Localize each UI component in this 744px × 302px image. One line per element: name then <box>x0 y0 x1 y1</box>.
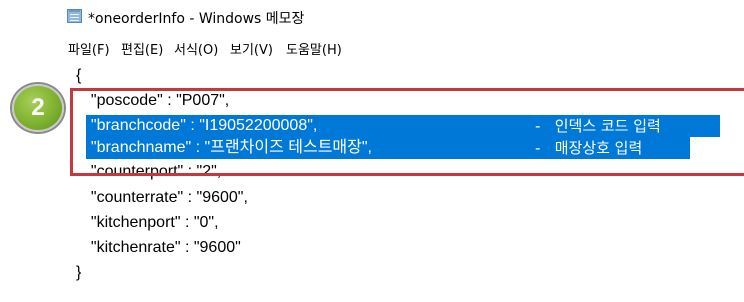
menu-edit[interactable]: 편집(E) <box>121 39 163 58</box>
highlight-box <box>70 88 744 176</box>
menu-bar: 파일(F) 편집(E) 서식(O) 보기(V) 도움말(H) <box>0 34 744 58</box>
menu-file[interactable]: 파일(F) <box>68 39 110 58</box>
title-bar: *oneorderInfo - Windows 메모장 <box>0 0 744 34</box>
code-line: "kitchenrate" : "9600" <box>82 239 241 256</box>
menu-format[interactable]: 서식(O) <box>174 39 218 58</box>
code-line: { <box>76 67 82 84</box>
code-line: "kitchenport" : "0", <box>82 214 219 231</box>
menu-help[interactable]: 도움말(H) <box>286 39 342 58</box>
notepad-window: *oneorderInfo - Windows 메모장 파일(F) 편집(E) … <box>0 0 744 302</box>
code-line: } <box>76 264 82 281</box>
window-title: *oneorderInfo - Windows 메모장 <box>88 11 305 27</box>
step-badge: 2 <box>12 84 64 132</box>
notepad-icon <box>67 9 82 23</box>
code-line: "counterrate" : "9600", <box>82 189 248 206</box>
step-number: 2 <box>31 94 45 121</box>
menu-view[interactable]: 보기(V) <box>230 39 273 58</box>
